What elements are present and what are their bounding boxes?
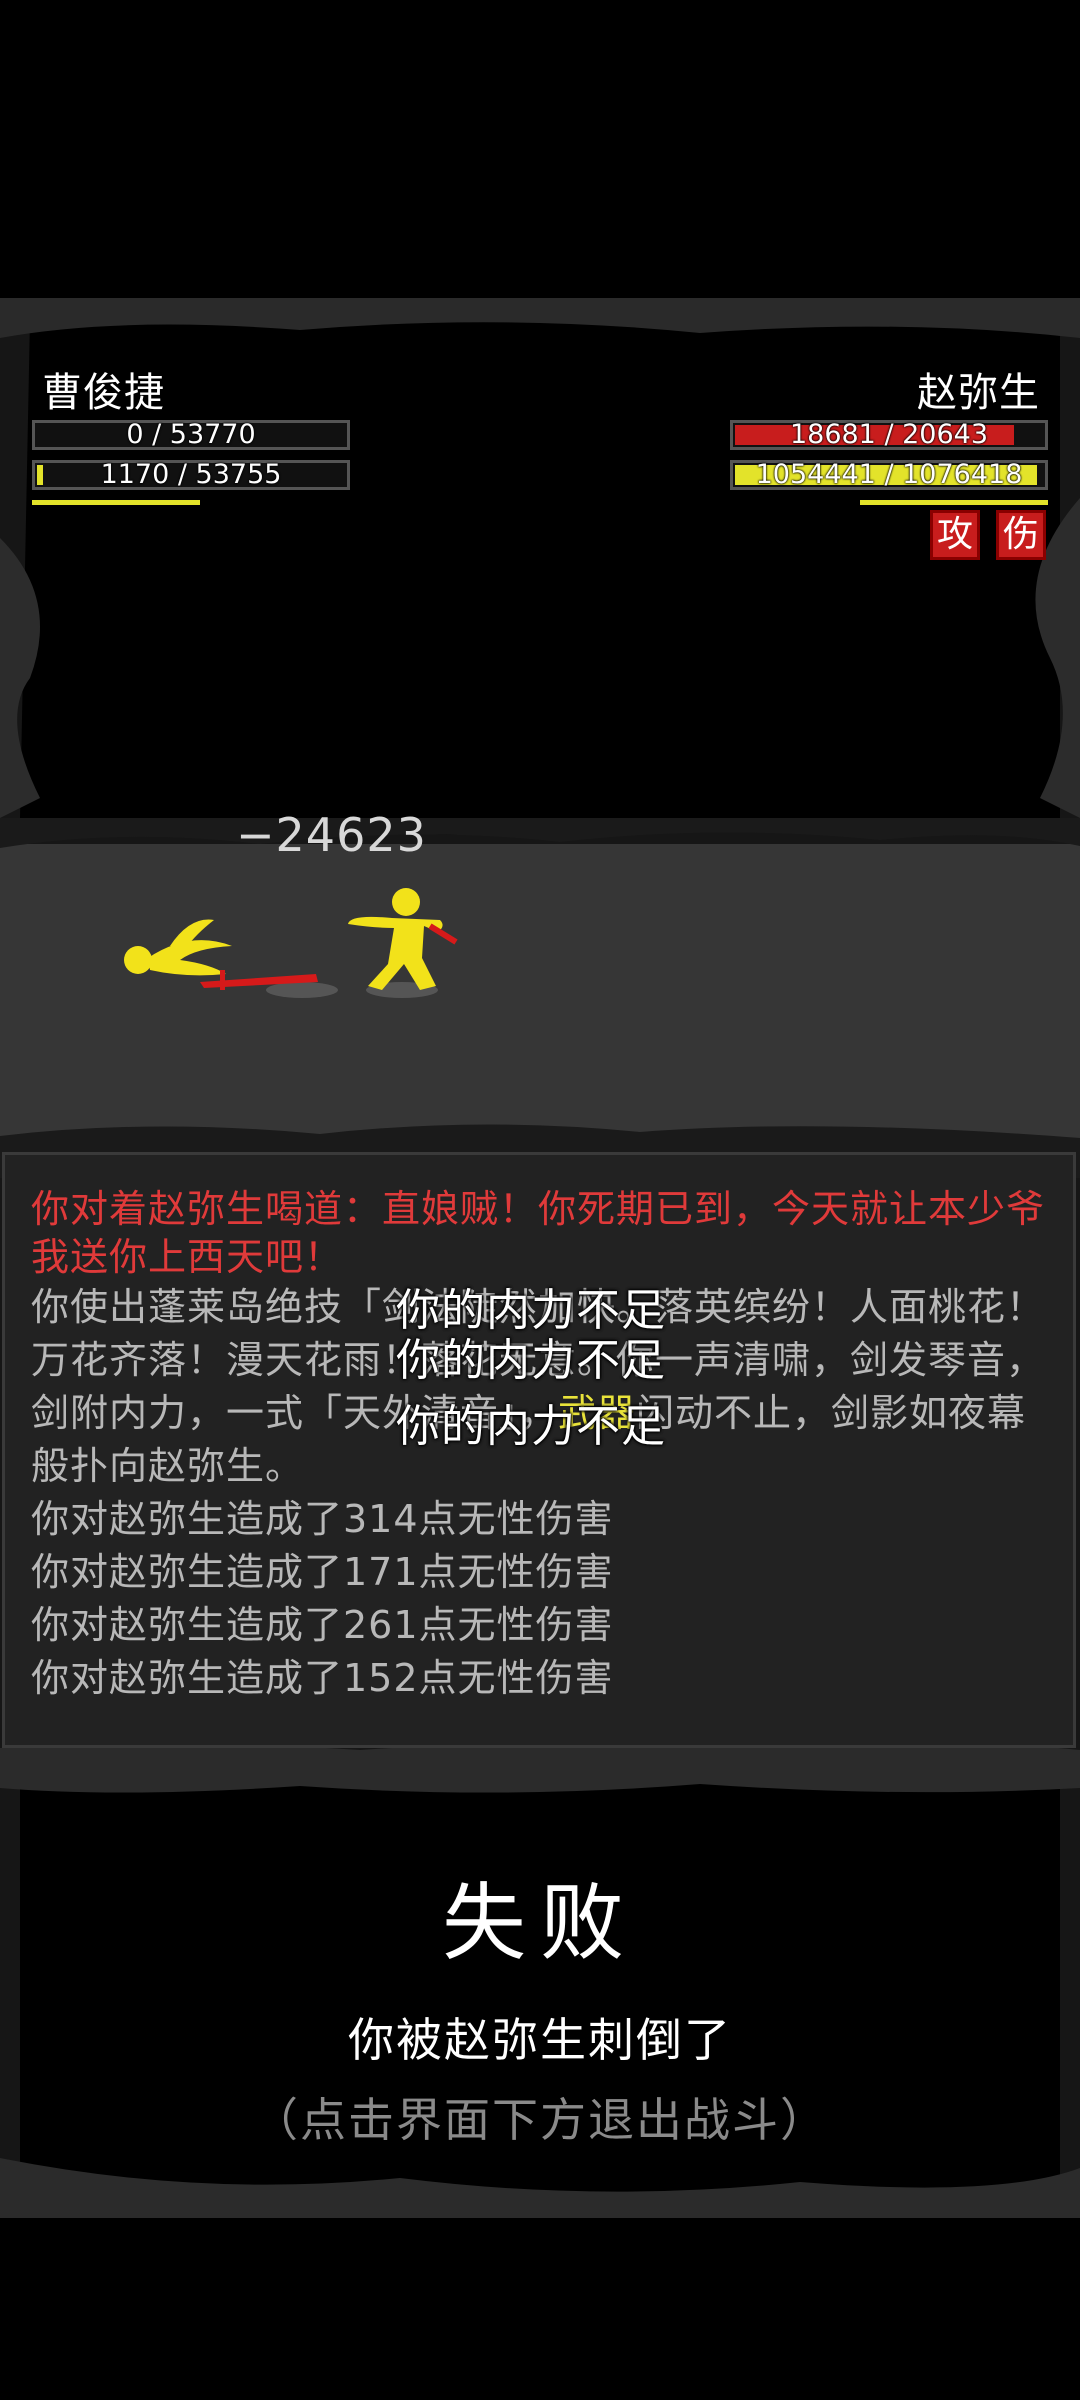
log-shout: 你对着赵弥生喝道：直娘贼！你死期已到，今天就让本少爷我送你上西天吧！ bbox=[31, 1187, 1046, 1279]
overlay-message: 你的内力不足 bbox=[396, 1401, 666, 1452]
player-fallen-sprite bbox=[124, 919, 232, 976]
exit-battle-hint[interactable]: （点击界面下方退出战斗） bbox=[0, 2084, 1080, 2150]
damage-number: −24623 bbox=[236, 808, 427, 862]
enemy-fighter-sprite bbox=[348, 888, 443, 990]
log-damage-line: 你对赵弥生造成了314点无性伤害 bbox=[31, 1497, 614, 1541]
result-description: 你被赵弥生刺倒了 bbox=[348, 2013, 732, 2067]
overlay-message: 你的内力不足 bbox=[396, 1335, 666, 1386]
battle-screen[interactable]: 曹俊捷 0 / 53770 1170 / 53755 赵弥生 18681 / 2… bbox=[0, 298, 1080, 2218]
result-title: 失败 bbox=[441, 1874, 638, 1972]
log-damage-line: 你对赵弥生造成了261点无性伤害 bbox=[31, 1603, 614, 1647]
enemy-sword bbox=[428, 923, 458, 945]
log-damage-line: 你对赵弥生造成了152点无性伤害 bbox=[31, 1656, 614, 1700]
player-shadow bbox=[266, 982, 338, 998]
log-damage-line: 你对赵弥生造成了171点无性伤害 bbox=[31, 1550, 614, 1594]
